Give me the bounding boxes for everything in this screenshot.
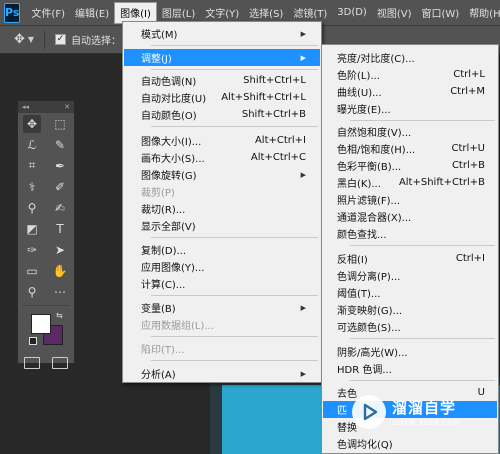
tools-panel: ◂◂ ✕ ✥ ⬚ ℒ ✎ ⌗ ✒ ⚕ ✐ ⚲ ✍ ◩ T ✑ ➤ ▭ ✋ ⚲ ⋯… (17, 100, 75, 369)
menu-separator (151, 126, 318, 127)
auto-select-checkbox[interactable]: ✓ (55, 34, 67, 45)
menu-item-duplicate[interactable]: 复制(D)... (124, 241, 320, 258)
menu-item-channel-mixer[interactable]: 通道混合器(X)... (323, 208, 497, 225)
menu-item-adjust[interactable]: 调整(J) ▶ (124, 49, 320, 66)
zoom-tool-icon[interactable]: ⚲ (23, 283, 41, 301)
tools-panel-header[interactable]: ◂◂ ✕ (18, 101, 74, 113)
menu-3d[interactable]: 3D(D) (332, 2, 372, 24)
close-icon[interactable]: ✕ (64, 103, 70, 111)
image-menu: 模式(M) ▶ 调整(J) ▶ 自动色调(N) Shift+Ctrl+L 自动对… (122, 21, 322, 383)
hand-tool-icon[interactable]: ✋ (51, 262, 69, 280)
brush-tool-icon[interactable]: ✐ (51, 178, 69, 196)
menu-item-trim[interactable]: 裁切(R)... (124, 200, 320, 217)
move-tool-icon[interactable]: ✥ (14, 32, 25, 47)
menu-item-black-white[interactable]: 黑白(K)... Alt+Shift+Ctrl+B (323, 174, 497, 191)
divider (22, 305, 70, 306)
menu-separator (151, 237, 318, 238)
menu-separator (151, 69, 318, 70)
menu-item-image-rotation[interactable]: 图像旋转(G) ▶ (124, 166, 320, 183)
menu-separator (151, 45, 318, 46)
menu-item-invert[interactable]: 反相(I) Ctrl+I (323, 250, 497, 267)
menu-help[interactable]: 帮助(H) (464, 2, 500, 24)
menu-item-exposure[interactable]: 曝光度(E)... (323, 100, 497, 117)
menu-item-auto-tone[interactable]: 自动色调(N) Shift+Ctrl+L (124, 72, 320, 89)
menu-item-posterize[interactable]: 色调分离(P)... (323, 267, 497, 284)
pen-tool-icon[interactable]: ✑ (23, 241, 41, 259)
foreground-color-swatch[interactable] (31, 314, 51, 334)
collapse-icon[interactable]: ◂◂ (22, 103, 29, 111)
submenu-arrow-icon: ▶ (300, 303, 306, 312)
menu-item-levels[interactable]: 色阶(L)... Ctrl+L (323, 66, 497, 83)
eyedropper-tool-icon[interactable]: ✒ (51, 157, 69, 175)
text-tool-icon[interactable]: T (51, 220, 69, 238)
menu-item-brightness-contrast[interactable]: 亮度/对比度(C)... (323, 49, 497, 66)
menu-item-color-lookup[interactable]: 颜色查找... (323, 225, 497, 242)
menu-item-selective-color[interactable]: 可选颜色(S)... (323, 318, 497, 335)
history-brush-tool-icon[interactable]: ✍ (51, 199, 69, 217)
play-logo-icon (352, 395, 386, 429)
menu-item-auto-contrast[interactable]: 自动对比度(U) Alt+Shift+Ctrl+L (124, 89, 320, 106)
menu-edit[interactable]: 编辑(E) (70, 2, 114, 24)
more-tools-icon[interactable]: ⋯ (51, 283, 69, 301)
quick-selection-tool-icon[interactable]: ✎ (51, 136, 69, 154)
menu-item-photo-filter[interactable]: 照片滤镜(F)... (323, 191, 497, 208)
menu-item-color-balance[interactable]: 色彩平衡(B)... Ctrl+B (323, 157, 497, 174)
menu-item-crop: 裁剪(P) (141, 188, 175, 199)
menu-item-variables[interactable]: 变量(B) ▶ (124, 299, 320, 316)
lasso-tool-icon[interactable]: ℒ (23, 136, 41, 154)
photoshop-logo: Ps (4, 2, 21, 23)
menu-separator (350, 120, 495, 121)
menu-item-mode[interactable]: 模式(M) ▶ (124, 25, 320, 42)
path-selection-tool-icon[interactable]: ➤ (51, 241, 69, 259)
submenu-arrow-icon: ▶ (300, 369, 306, 378)
menu-separator (350, 380, 495, 381)
menu-item-calculations[interactable]: 计算(C)... (124, 275, 320, 292)
menu-item-trap: 陷印(T)... (141, 345, 185, 356)
menu-item-canvas-size[interactable]: 画布大小(S)... Alt+Ctrl+C (124, 149, 320, 166)
watermark-title: 溜溜自学 (392, 399, 457, 417)
submenu-arrow-icon: ▶ (300, 53, 306, 62)
auto-select-label: 自动选择： (71, 36, 122, 47)
menu-item-hdr-toning[interactable]: HDR 色调... (323, 360, 497, 377)
menu-item-hue-saturation[interactable]: 色相/饱和度(H)... Ctrl+U (323, 140, 497, 157)
default-colors-icon[interactable] (29, 337, 37, 345)
menu-item-analysis[interactable]: 分析(A) ▶ (124, 365, 320, 382)
swap-colors-icon[interactable]: ⇆ (56, 311, 63, 320)
rectangle-tool-icon[interactable]: ▭ (23, 262, 41, 280)
menu-item-auto-color[interactable]: 自动颜色(O) Shift+Ctrl+B (124, 106, 320, 123)
submenu-arrow-icon: ▶ (300, 29, 306, 38)
divider (44, 30, 46, 49)
healing-brush-tool-icon[interactable]: ⚕ (23, 178, 41, 196)
color-swatches: ⇆ (18, 309, 74, 353)
menu-separator (151, 336, 318, 337)
menu-item-apply-data-set: 应用数据组(L)... (141, 321, 214, 332)
menu-item-curves[interactable]: 曲线(U)... Ctrl+M (323, 83, 497, 100)
menu-separator (151, 360, 318, 361)
menu-item-threshold[interactable]: 阈值(T)... (323, 284, 497, 301)
watermark: 溜溜自学 ZIXUE.3D66.COM (352, 392, 500, 432)
menu-item-reveal-all[interactable]: 显示全部(V) (124, 217, 320, 234)
chevron-down-icon[interactable]: ▼ (28, 35, 34, 44)
screen-mode-icon[interactable] (52, 357, 68, 369)
crop-tool-icon[interactable]: ⌗ (23, 157, 41, 175)
submenu-arrow-icon: ▶ (300, 170, 306, 179)
menu-file[interactable]: 文件(F) (26, 2, 70, 24)
menu-window[interactable]: 窗口(W) (416, 2, 464, 24)
menu-item-vibrance[interactable]: 自然饱和度(V)... (323, 123, 497, 140)
menu-item-shadows-highlights[interactable]: 阴影/高光(W)... (323, 343, 497, 360)
clone-stamp-tool-icon[interactable]: ⚲ (23, 199, 41, 217)
menu-view[interactable]: 视图(V) (372, 2, 417, 24)
menu-separator (350, 245, 495, 246)
menu-item-gradient-map[interactable]: 渐变映射(G)... (323, 301, 497, 318)
menu-item-equalize[interactable]: 色调均化(Q) (323, 435, 497, 452)
menu-item-apply-image[interactable]: 应用图像(Y)... (124, 258, 320, 275)
quick-mask-icon[interactable] (24, 357, 40, 369)
marquee-tool-icon[interactable]: ⬚ (51, 115, 69, 133)
menu-item-image-size[interactable]: 图像大小(I)... Alt+Ctrl+I (124, 132, 320, 149)
eraser-tool-icon[interactable]: ◩ (23, 220, 41, 238)
menu-separator (350, 338, 495, 339)
menu-separator (151, 295, 318, 296)
watermark-url: ZIXUE.3D66.COM (392, 419, 460, 427)
move-tool-icon[interactable]: ✥ (23, 114, 41, 133)
